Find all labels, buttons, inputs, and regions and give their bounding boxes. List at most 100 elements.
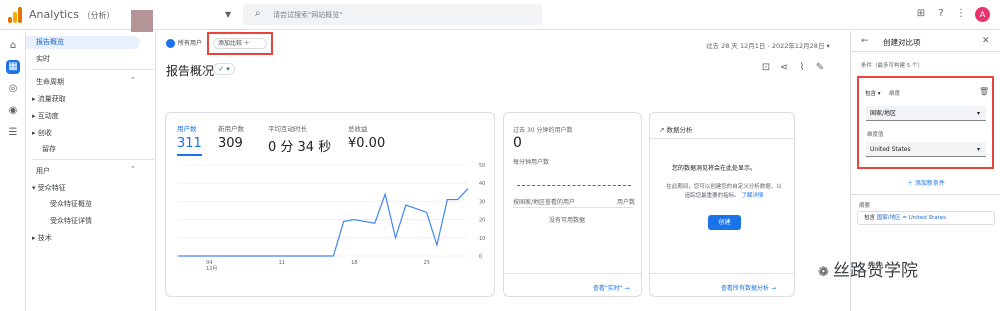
users-series-line	[178, 188, 469, 257]
configure-icon[interactable]: ☰	[6, 126, 20, 140]
delete-icon[interactable]: 🗑	[979, 87, 989, 96]
nav-monetization[interactable]: ▸ 创收	[32, 128, 52, 138]
nav-acquisition[interactable]: ▸ 流量获取	[32, 94, 66, 104]
top-icons: ⊞? ⋮	[911, 8, 971, 19]
top-bar: Analytics （分析） ▼ ⌕ 请尝试搜索"网站概览" ⊞? ⋮ A	[0, 0, 1000, 32]
page-title: 报告概况	[166, 64, 215, 78]
y-tick-label: 10	[479, 236, 485, 242]
analytics-logo	[8, 7, 22, 23]
metrics-chart-card: 用户数 311 新用户数 309 平均互动时长 0 分 34 秒 总收益 ¥0.…	[165, 112, 495, 297]
avatar[interactable]: A	[975, 7, 990, 22]
users-line-chart: 010203040500412月11 18 25	[178, 163, 485, 272]
conditions-label: 条件（最多可构建 5 个）	[861, 63, 923, 69]
apps-grid-icon[interactable]: ⊞	[911, 8, 931, 19]
summary-label: 摘要	[859, 203, 871, 209]
realtime-card: 过去 30 分钟的用户数 0 每分钟用户数 按国家/地区查看的用户 用户数 没有…	[503, 112, 642, 297]
app-name[interactable]: Analytics （分析）	[29, 8, 114, 21]
realtime-value: 0	[513, 135, 522, 151]
divider	[650, 273, 794, 274]
insights-heading: 您的数据洞见将会在此处显示。	[672, 165, 757, 172]
more-vert-icon[interactable]: ⋮	[951, 8, 971, 19]
add-comparison-button[interactable]: 添加比较 ＋	[213, 38, 267, 49]
search-placeholder: 请尝试搜索"网站概览"	[273, 11, 343, 19]
y-tick-label: 20	[479, 218, 485, 224]
nav-realtime[interactable]: 实时	[36, 54, 50, 64]
chevron-up-icon[interactable]: ⌃	[130, 76, 136, 84]
advertising-icon[interactable]: ◉	[6, 104, 20, 118]
search-icon: ⌕	[255, 8, 261, 19]
realtime-subtitle: 每分钟用户数	[513, 159, 550, 166]
nav-retention[interactable]: 留存	[42, 144, 56, 154]
close-icon[interactable]: ✕	[982, 36, 990, 46]
nav-tech[interactable]: ▸ 技术	[32, 233, 52, 243]
y-tick-label: 0	[479, 254, 482, 260]
dimension-select[interactable]: 国家/地区 ▾	[866, 106, 986, 121]
nav-demographics-details[interactable]: 受众特征详情	[50, 216, 92, 226]
explore-icon[interactable]: ◎	[6, 82, 20, 96]
nav-engagement[interactable]: ▸ 互动度	[32, 111, 59, 121]
add-condition-button[interactable]: ＋ 添加新条件	[907, 178, 945, 187]
x-tick-label: 25	[424, 260, 430, 266]
edit-icon[interactable]: ✎	[811, 62, 829, 73]
dropdown-caret-icon: ▾	[976, 146, 980, 153]
nav-user[interactable]: 用户	[36, 166, 50, 176]
left-rail: ⌂ ▦ ◎ ◉ ☰	[0, 31, 26, 311]
insights-body: 在此期间，您可以创建您的自定义分析数据，以追踪您最重要的指标。 了解详情	[666, 184, 782, 199]
y-tick-label: 50	[479, 163, 485, 169]
check-circle-icon[interactable]: ✓ ▾	[213, 63, 235, 75]
dimension-label: 维度	[889, 91, 901, 97]
customize-icon[interactable]: ⊡	[757, 62, 775, 73]
y-tick-label: 30	[479, 199, 485, 205]
account-image	[131, 10, 153, 32]
report-nav: 报告概览 实时 生命周期 ⌃ ▸ 流量获取 ▸ 互动度 ▸ 创收 留存 用户 ⌃…	[26, 31, 156, 311]
dropdown-caret-icon: ▾	[976, 110, 980, 117]
nav-lifecycle[interactable]: 生命周期	[36, 77, 64, 87]
back-arrow-icon[interactable]: ←	[861, 36, 869, 46]
date-range-picker[interactable]: 过去 28 天 12月1日 - 2022年12月28日 ▾	[706, 40, 830, 50]
divider	[851, 51, 1000, 52]
realtime-baseline	[517, 185, 631, 186]
y-tick-label: 40	[479, 181, 485, 187]
dimension-value-select[interactable]: United States ▾	[866, 142, 986, 157]
realtime-col-country: 按国家/地区查看的用户	[513, 199, 576, 206]
include-dropdown[interactable]: 包含 ▾	[865, 89, 881, 97]
segment-dot-icon	[166, 39, 175, 48]
view-realtime-link[interactable]: 查看"实时" →	[593, 283, 629, 292]
insights-card: ↗ 数据分析 您的数据洞见将会在此处显示。 在此期间，您可以创建您的自定义分析数…	[649, 112, 795, 297]
search-input[interactable]: ⌕ 请尝试搜索"网站概览"	[243, 4, 542, 25]
x-tick-label: 18	[351, 260, 357, 266]
dimension-value-label: 维度值	[867, 132, 884, 138]
nav-demographics-overview[interactable]: 受众特征概览	[50, 199, 92, 209]
learn-more-link[interactable]: 了解详情	[741, 193, 763, 199]
divider	[650, 138, 794, 139]
wechat-icon: ❁	[818, 265, 834, 280]
share-icon[interactable]: ⋖	[775, 62, 793, 73]
reports-icon[interactable]: ▦	[6, 60, 20, 74]
create-insight-button[interactable]: 创建	[708, 215, 741, 230]
summary-chip: 包含 国家/地区 = United States	[857, 211, 995, 225]
view-all-insights-link[interactable]: 查看所有数据分析 →	[721, 283, 776, 292]
realtime-title: 过去 30 分钟的用户数	[513, 127, 573, 134]
nav-report-overview[interactable]: 报告概览	[26, 36, 140, 49]
account-dropdown-icon[interactable]: ▼	[225, 10, 231, 19]
x-tick-label: 11	[279, 260, 285, 266]
add-comparison-highlight: 添加比较 ＋	[207, 32, 273, 55]
chevron-up-icon[interactable]: ⌃	[130, 165, 136, 173]
insights-icon[interactable]: ⌇	[793, 62, 811, 73]
condition-builder-highlight: 包含 ▾ 维度 🗑 国家/地区 ▾ 维度值 United States ▾	[857, 76, 994, 169]
help-icon[interactable]: ?	[931, 8, 951, 19]
insights-title: ↗ 数据分析	[659, 126, 693, 134]
report-toolbar: ⊡ ⋖ ⌇ ✎	[757, 62, 829, 73]
all-users-chip[interactable]: 所有用户	[166, 38, 202, 50]
watermark: ❁ 丝路赞学院	[818, 261, 919, 281]
realtime-no-data: 没有可用数据	[549, 217, 586, 224]
divider	[851, 194, 1000, 195]
nav-demographics[interactable]: ▾ 受众特征	[32, 183, 66, 193]
divider	[513, 207, 633, 208]
home-icon[interactable]: ⌂	[6, 39, 20, 53]
panel-title: 创建对比项	[883, 38, 921, 47]
realtime-col-users: 用户数	[617, 199, 636, 206]
divider	[504, 273, 641, 274]
x-tick-label: 12月	[206, 266, 217, 272]
insights-icon: ↗	[659, 126, 667, 134]
